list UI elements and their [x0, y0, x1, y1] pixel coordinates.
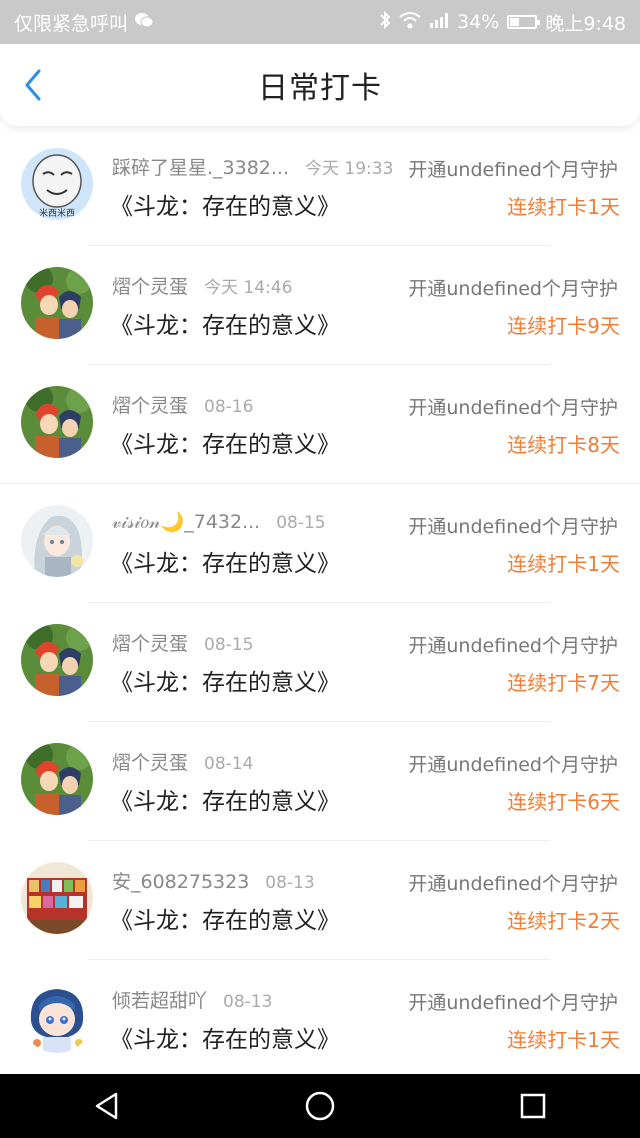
streak-badge: 连续打卡6天	[507, 790, 620, 814]
username[interactable]: 倾若超甜吖	[112, 986, 207, 1013]
anime-girl-silver-avatar[interactable]	[21, 505, 93, 577]
checkin-time: 08-13	[223, 992, 273, 1012]
battery-icon	[507, 15, 541, 29]
checkin-time: 今天 14:46	[204, 278, 293, 298]
user-meta: 熠个灵蛋 08-15	[112, 629, 253, 656]
guard-text: 开通undefined个月守护	[406, 988, 618, 1015]
book-title[interactable]: 《斗龙：存在的意义》	[110, 1020, 340, 1054]
checkin-time: 08-15	[276, 513, 326, 533]
home-nav-button[interactable]	[290, 1074, 350, 1138]
square-recents-icon	[521, 1093, 546, 1119]
book-title[interactable]: 《斗龙：存在的意义》	[110, 306, 340, 340]
checkin-row[interactable]: 倾若超甜吖 08-13 《斗龙：存在的意义》 开通undefined个月守护连续打卡1…	[0, 960, 640, 1079]
guard-text: 开通undefined个月守护	[406, 750, 618, 777]
anime-boys-avatar[interactable]	[21, 624, 93, 696]
page-title: 日常打卡	[258, 71, 382, 106]
anime-boys-avatar[interactable]	[21, 386, 93, 458]
user-meta: 熠个灵蛋 08-16	[112, 391, 253, 418]
status-bar: 仅限紧急呼叫 34% 晚上9:48	[0, 0, 640, 44]
username[interactable]: 踩碎了星星._3382...	[112, 153, 289, 180]
streak-badge: 连续打卡1天	[507, 552, 620, 576]
user-meta: 安_608275323 08-13	[112, 867, 315, 894]
circle-home-icon	[305, 1091, 335, 1121]
username[interactable]: 熠个灵蛋	[112, 748, 188, 775]
checkin-row[interactable]: 𝓋𝒾𝓈𝒾𝑜𝓃🌙_7432... 08-15 《斗龙：存在的意义》 开通undefine…	[0, 484, 640, 603]
book-title[interactable]: 《斗龙：存在的意义》	[110, 901, 340, 935]
user-meta: 𝓋𝒾𝓈𝒾𝑜𝓃🌙_7432... 08-15	[112, 510, 326, 533]
anime-chibi-blue-avatar[interactable]	[21, 981, 93, 1053]
photo-shelf-avatar[interactable]	[21, 862, 93, 934]
guard-text: 开通undefined个月守护	[406, 274, 618, 301]
checkin-row[interactable]: 米西米西 踩碎了星星._3382... 今天 19:33 《斗龙：存在的意义》 开通un…	[0, 127, 640, 246]
checkin-time: 今天 19:33	[305, 159, 394, 179]
guard-text: 开通undefined个月守护	[406, 155, 618, 182]
book-title[interactable]: 《斗龙：存在的意义》	[110, 425, 340, 459]
username[interactable]: 熠个灵蛋	[112, 629, 188, 656]
back-nav-button[interactable]	[77, 1074, 137, 1138]
checkin-row[interactable]: 熠个灵蛋 08-14 《斗龙：存在的意义》 开通undefined个月守护连续打卡6天	[0, 722, 640, 841]
checkin-time: 08-15	[204, 635, 254, 655]
username[interactable]: 𝓋𝒾𝓈𝒾𝑜𝓃🌙_7432...	[112, 510, 260, 533]
book-title[interactable]: 《斗龙：存在的意义》	[110, 187, 340, 221]
username[interactable]: 熠个灵蛋	[112, 272, 188, 299]
streak-badge: 连续打卡2天	[507, 909, 620, 933]
book-title[interactable]: 《斗龙：存在的意义》	[110, 782, 340, 816]
user-meta: 踩碎了星星._3382... 今天 19:33	[112, 153, 393, 180]
username[interactable]: 熠个灵蛋	[112, 391, 188, 418]
streak-badge: 连续打卡8天	[507, 433, 620, 457]
username[interactable]: 安_608275323	[112, 867, 249, 894]
triangle-back-icon	[95, 1092, 117, 1120]
system-nav-bar	[0, 1074, 640, 1138]
checkin-time: 08-14	[204, 754, 254, 774]
checkin-time: 08-13	[265, 873, 315, 893]
book-title[interactable]: 《斗龙：存在的意义》	[110, 663, 340, 697]
emergency-call-text: 仅限紧急呼叫	[14, 12, 129, 35]
battery-percent: 34%	[457, 11, 500, 33]
clock: 晚上9:48	[545, 12, 626, 35]
streak-badge: 连续打卡1天	[507, 1028, 620, 1052]
anime-boys-avatar[interactable]	[21, 267, 93, 339]
streak-badge: 连续打卡1天	[507, 195, 620, 219]
user-meta: 熠个灵蛋 今天 14:46	[112, 272, 292, 299]
signal-icon	[429, 11, 449, 34]
guard-text: 开通undefined个月守护	[406, 631, 618, 658]
guard-text: 开通undefined个月守护	[406, 393, 618, 420]
wechat-icon	[134, 12, 154, 33]
recents-nav-button[interactable]	[503, 1074, 563, 1138]
checkin-time: 08-16	[204, 397, 254, 417]
checkin-row[interactable]: 熠个灵蛋 08-15 《斗龙：存在的意义》 开通undefined个月守护连续打卡7天	[0, 603, 640, 722]
checkin-list: 米西米西 踩碎了星星._3382... 今天 19:33 《斗龙：存在的意义》 开通un…	[0, 127, 640, 1079]
user-meta: 熠个灵蛋 08-14	[112, 748, 253, 775]
anime-boys-avatar[interactable]	[21, 743, 93, 815]
wifi-icon	[399, 11, 421, 34]
guard-text: 开通undefined个月守护	[406, 869, 618, 896]
user-meta: 倾若超甜吖 08-13	[112, 986, 272, 1013]
streak-badge: 连续打卡9天	[507, 314, 620, 338]
book-title[interactable]: 《斗龙：存在的意义》	[110, 544, 340, 578]
bluetooth-icon	[379, 10, 391, 35]
back-button[interactable]	[18, 69, 48, 101]
header: 日常打卡	[0, 44, 640, 126]
chevron-left-icon	[25, 69, 41, 101]
streak-badge: 连续打卡7天	[507, 671, 620, 695]
guard-text: 开通undefined个月守护	[406, 512, 618, 539]
checkin-row[interactable]: 熠个灵蛋 08-16 《斗龙：存在的意义》 开通undefined个月守护连续打卡8天	[0, 365, 640, 484]
meme-face-avatar[interactable]: 米西米西	[21, 148, 93, 220]
checkin-row[interactable]: 安_608275323 08-13 《斗龙：存在的意义》 开通undefined个月守…	[0, 841, 640, 960]
avatar-caption: 米西米西	[39, 207, 75, 219]
checkin-row[interactable]: 熠个灵蛋 今天 14:46 《斗龙：存在的意义》 开通undefined个月守护连续打…	[0, 246, 640, 365]
